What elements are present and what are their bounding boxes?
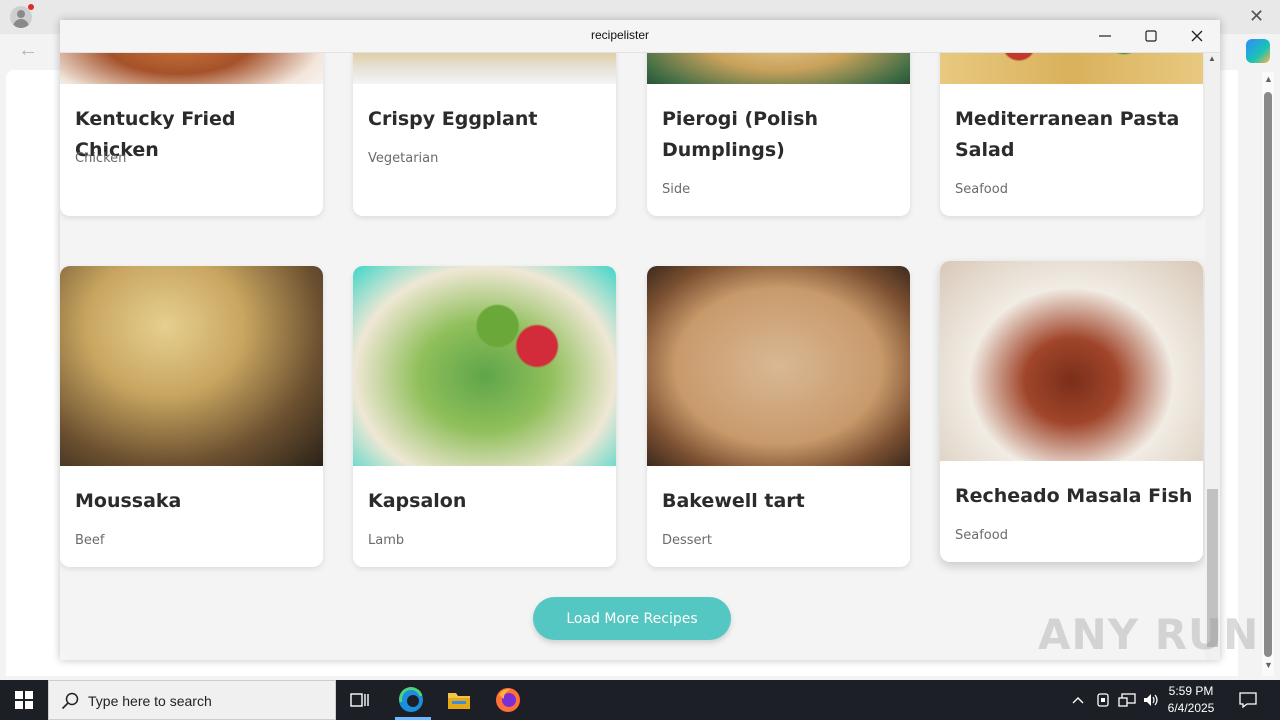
firefox-taskbar-button[interactable] — [484, 680, 532, 720]
recipe-image — [353, 52, 616, 84]
notification-dot — [28, 4, 34, 10]
start-button[interactable] — [0, 680, 48, 720]
copilot-icon[interactable] — [1246, 39, 1270, 63]
recipe-card[interactable]: Kentucky Fried Chicken Chicken — [60, 52, 323, 216]
recipe-grid: Kentucky Fried Chicken Chicken Crispy Eg… — [60, 52, 1205, 660]
browser-close-icon[interactable]: ✕ — [1249, 4, 1264, 28]
close-icon — [1191, 30, 1203, 42]
recipe-image — [60, 52, 323, 84]
window-title: recipelister — [590, 28, 650, 42]
volume-icon — [1144, 694, 1158, 706]
maximize-icon — [1145, 30, 1157, 42]
minimize-button[interactable] — [1082, 20, 1128, 52]
recipe-category: Dessert — [662, 533, 712, 548]
browser-scrollbar[interactable]: ▲ ▼ — [1262, 72, 1274, 676]
recipe-card[interactable]: Pierogi (Polish Dumplings) Side — [647, 52, 910, 216]
clock[interactable]: 5:59 PM 6/4/2025 — [1160, 683, 1222, 717]
app-scrollbar[interactable]: ▲ — [1205, 52, 1220, 660]
recipe-category: Seafood — [955, 528, 1008, 543]
recipe-image — [647, 52, 910, 84]
back-arrow-icon[interactable]: ← — [18, 38, 38, 62]
network-icon — [1118, 693, 1136, 707]
taskbar: Type here to search 5:59 PM 6/4/2025 — [0, 680, 1280, 720]
browser-scroll-thumb[interactable] — [1264, 92, 1272, 657]
recipe-card[interactable]: Crispy Eggplant Vegetarian — [353, 52, 616, 216]
file-explorer-button[interactable] — [435, 680, 483, 720]
recipe-image — [647, 266, 910, 466]
recipe-category: Beef — [75, 533, 105, 548]
load-more-button[interactable]: Load More Recipes — [533, 597, 731, 640]
recipe-category: Side — [662, 182, 691, 197]
maximize-button[interactable] — [1128, 20, 1174, 52]
firefox-icon — [496, 688, 520, 712]
recipe-name: Pierogi (Polish Dumplings) — [662, 108, 818, 161]
recipe-name: Bakewell tart — [662, 490, 805, 512]
notification-icon — [1239, 692, 1257, 708]
recipe-category: Seafood — [955, 182, 1008, 197]
device-icon — [1097, 693, 1109, 707]
recipe-card[interactable]: Kapsalon Lamb — [353, 266, 616, 567]
recipe-image — [940, 52, 1203, 84]
recipe-card[interactable]: Bakewell tart Dessert — [647, 266, 910, 567]
recipe-name: Recheado Masala Fish — [955, 485, 1193, 507]
windows-icon — [15, 691, 33, 709]
recipe-name: Mediterranean Pasta Salad — [955, 108, 1180, 161]
edge-taskbar-button[interactable] — [387, 680, 435, 720]
scroll-up-icon[interactable]: ▲ — [1208, 54, 1216, 63]
network-button[interactable] — [1115, 680, 1139, 720]
search-icon — [61, 692, 79, 710]
title-bar: recipelister — [60, 20, 1220, 53]
chevron-up-icon — [1072, 697, 1084, 704]
recipelister-window: recipelister Kentucky Fried Chicken Chic… — [60, 20, 1220, 660]
recipe-card[interactable]: Moussaka Beef — [60, 266, 323, 567]
clock-time: 5:59 PM — [1168, 684, 1214, 698]
search-placeholder: Type here to search — [88, 693, 212, 709]
recipe-image — [940, 261, 1203, 461]
recipe-category: Vegetarian — [368, 151, 439, 166]
tray-expand-button[interactable] — [1066, 680, 1090, 720]
recipe-image — [353, 266, 616, 466]
recipe-card[interactable]: Recheado Masala Fish Seafood — [940, 261, 1203, 562]
folder-icon — [448, 693, 470, 709]
scroll-up-icon[interactable]: ▲ — [1264, 74, 1273, 84]
task-view-button[interactable] — [336, 680, 384, 720]
edge-icon — [399, 687, 423, 712]
close-button[interactable] — [1174, 20, 1220, 52]
watermark: ANY RUN — [1038, 610, 1260, 659]
taskbar-search[interactable]: Type here to search — [48, 680, 336, 720]
recipe-name: Kapsalon — [368, 490, 467, 512]
recipe-category: Chicken — [75, 151, 127, 166]
minimize-icon — [1099, 35, 1111, 37]
notifications-button[interactable] — [1226, 680, 1270, 720]
recipe-category: Lamb — [368, 533, 405, 548]
recipe-image — [60, 266, 323, 466]
recipe-card[interactable]: Mediterranean Pasta Salad Seafood — [940, 52, 1203, 216]
clock-date: 6/4/2025 — [1167, 701, 1215, 715]
task-view-icon — [350, 693, 369, 707]
tray-device-button[interactable] — [1092, 680, 1114, 720]
recipe-name: Moussaka — [75, 490, 182, 512]
recipe-name: Crispy Eggplant — [368, 108, 538, 130]
scroll-down-icon[interactable]: ▼ — [1264, 660, 1273, 670]
